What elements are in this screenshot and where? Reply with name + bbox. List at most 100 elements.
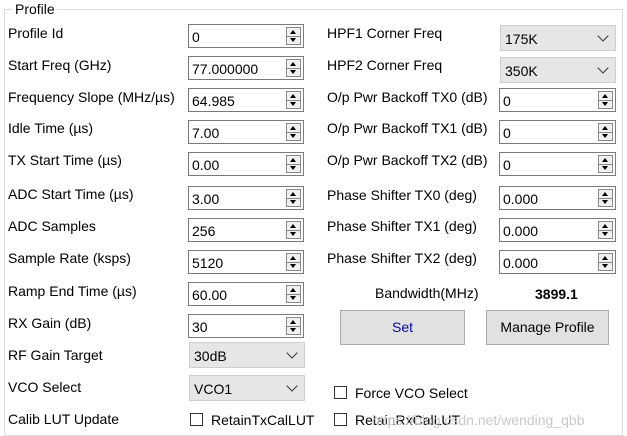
left-field-4-spinbox[interactable]: 0.00 [188, 152, 304, 176]
triangle-down-icon [290, 38, 296, 42]
left-field-7-spinbox[interactable]: 5120 [188, 250, 304, 274]
chevron-down-icon [597, 30, 609, 42]
triangle-up-icon [602, 224, 608, 228]
hpf1-select[interactable]: 175K [500, 25, 616, 51]
spin-up-icon[interactable] [287, 156, 300, 164]
left-field-label-6: ADC Samples [8, 218, 96, 234]
triangle-up-icon [290, 224, 296, 228]
left-field-6-value[interactable]: 256 [192, 221, 284, 241]
right-field-1-value[interactable]: 0 [503, 123, 596, 143]
spin-up-icon[interactable] [287, 190, 300, 198]
spin-up-icon[interactable] [287, 60, 300, 68]
spin-down-icon[interactable] [287, 68, 300, 76]
set-button[interactable]: Set [340, 310, 465, 345]
spin-down-icon[interactable] [287, 326, 300, 334]
left-field-1-value[interactable]: 77.000000 [192, 59, 284, 79]
spin-arrows [598, 221, 613, 239]
left-field-0-spinbox[interactable]: 0 [188, 24, 304, 48]
rf-gain-target-select[interactable]: 30dB [189, 342, 305, 368]
triangle-down-icon [290, 296, 296, 300]
triangle-up-icon [602, 192, 608, 196]
spin-arrows [286, 189, 301, 207]
right-field-4-value[interactable]: 0.000 [503, 221, 596, 241]
right-field-0-value[interactable]: 0 [503, 91, 596, 111]
left-field-4-value[interactable]: 0.00 [192, 155, 284, 175]
spin-down-icon[interactable] [287, 198, 300, 206]
left-field-label-5: ADC Start Time (µs) [8, 186, 134, 202]
chevron-down-icon [597, 62, 609, 74]
spin-up-icon[interactable] [287, 318, 300, 326]
triangle-up-icon [290, 126, 296, 130]
spin-down-icon[interactable] [599, 230, 612, 238]
left-field-5-spinbox[interactable]: 3.00 [188, 186, 304, 210]
spin-down-icon[interactable] [287, 294, 300, 302]
spin-up-icon[interactable] [599, 254, 612, 262]
right-field-1-spinbox[interactable]: 0 [499, 120, 616, 144]
right-field-2-spinbox[interactable]: 0 [499, 152, 616, 176]
right-field-3-value[interactable]: 0.000 [503, 189, 596, 209]
left-field-6-spinbox[interactable]: 256 [188, 218, 304, 242]
left-field-3-spinbox[interactable]: 7.00 [188, 120, 304, 144]
right-field-2-value[interactable]: 0 [503, 155, 596, 175]
triangle-up-icon [602, 158, 608, 162]
left-field-3-value[interactable]: 7.00 [192, 123, 284, 143]
right-field-5-value[interactable]: 0.000 [503, 253, 596, 273]
left-field-1-spinbox[interactable]: 77.000000 [188, 56, 304, 80]
spin-up-icon[interactable] [287, 222, 300, 230]
spin-down-icon[interactable] [287, 100, 300, 108]
left-field-label-1: Start Freq (GHz) [8, 57, 112, 73]
spin-arrows [286, 285, 301, 303]
right-field-3-spinbox[interactable]: 0.000 [499, 186, 616, 210]
manage-profile-button[interactable]: Manage Profile [486, 310, 609, 345]
spin-down-icon[interactable] [599, 198, 612, 206]
left-field-2-value[interactable]: 64.985 [192, 91, 284, 111]
left-field-9-value[interactable]: 30 [192, 317, 284, 337]
left-field-5-value[interactable]: 3.00 [192, 189, 284, 209]
spin-up-icon[interactable] [287, 28, 300, 36]
vco-select-dropdown[interactable]: VCO1 [189, 375, 305, 401]
spin-arrows [286, 155, 301, 173]
spin-down-icon[interactable] [287, 164, 300, 172]
left-field-label-2: Frequency Slope (MHz/µs) [8, 89, 175, 105]
vco-select-label: VCO Select [8, 379, 82, 395]
left-field-2-spinbox[interactable]: 64.985 [188, 88, 304, 112]
right-field-label-1: O/p Pwr Backoff TX1 (dB) [327, 120, 488, 136]
spin-down-icon[interactable] [287, 230, 300, 238]
left-field-9-spinbox[interactable]: 30 [188, 314, 304, 338]
spin-down-icon[interactable] [287, 36, 300, 44]
right-field-4-spinbox[interactable]: 0.000 [499, 218, 616, 242]
hpf2-select[interactable]: 350K [500, 57, 616, 83]
left-field-7-value[interactable]: 5120 [192, 253, 284, 273]
spin-up-icon[interactable] [599, 190, 612, 198]
spin-up-icon[interactable] [599, 222, 612, 230]
spin-up-icon[interactable] [287, 92, 300, 100]
spin-up-icon[interactable] [599, 124, 612, 132]
right-field-5-spinbox[interactable]: 0.000 [499, 250, 616, 274]
vco-select-value: VCO1 [194, 381, 233, 397]
spin-up-icon[interactable] [599, 92, 612, 100]
spin-down-icon[interactable] [599, 132, 612, 140]
spin-down-icon[interactable] [599, 262, 612, 270]
spin-up-icon[interactable] [287, 254, 300, 262]
right-field-label-2: O/p Pwr Backoff TX2 (dB) [327, 152, 488, 168]
left-field-label-9: RX Gain (dB) [8, 315, 92, 331]
left-field-0-value[interactable]: 0 [192, 27, 284, 47]
spin-up-icon[interactable] [599, 156, 612, 164]
spin-down-icon[interactable] [287, 262, 300, 270]
left-field-8-value[interactable]: 60.00 [192, 285, 284, 305]
triangle-up-icon [290, 62, 296, 66]
force-vco-select-label: Force VCO Select [355, 385, 468, 401]
retain-tx-cal-lut-checkbox[interactable] [190, 413, 203, 426]
spin-up-icon[interactable] [287, 286, 300, 294]
left-field-8-spinbox[interactable]: 60.00 [188, 282, 304, 306]
spin-down-icon[interactable] [599, 164, 612, 172]
spin-up-icon[interactable] [287, 124, 300, 132]
force-vco-select-checkbox[interactable] [334, 386, 347, 399]
right-field-0-spinbox[interactable]: 0 [499, 88, 616, 112]
left-field-label-4: TX Start Time (µs) [8, 152, 122, 168]
retain-rx-cal-lut-checkbox[interactable] [334, 413, 347, 426]
spin-down-icon[interactable] [287, 132, 300, 140]
spin-down-icon[interactable] [599, 100, 612, 108]
triangle-up-icon [602, 94, 608, 98]
bandwidth-value: 3899.1 [535, 286, 578, 302]
